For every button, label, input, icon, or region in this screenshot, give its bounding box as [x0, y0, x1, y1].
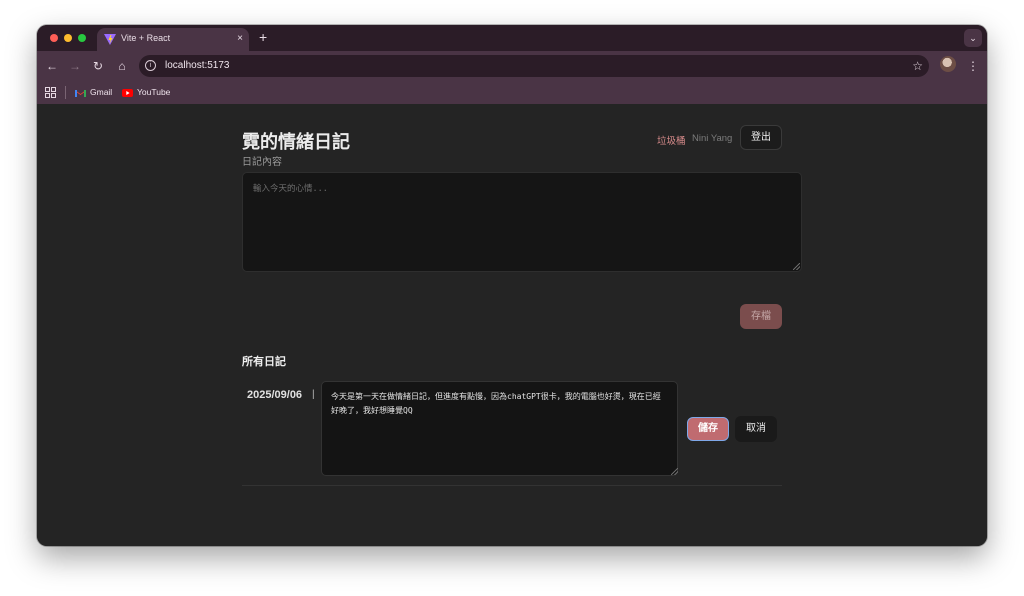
url-text[interactable]: localhost:5173 [165, 60, 230, 71]
address-bar[interactable]: i localhost:5173 ☆ [139, 55, 929, 77]
page-subtitle: 日記內容 [242, 157, 282, 168]
apps-grid-icon[interactable] [45, 87, 56, 98]
page-content: 霓的情緒日記 日記內容 垃圾桶 Nini Yang 登出 存檔 所有日記 202… [37, 104, 987, 546]
bookmark-star-icon[interactable]: ☆ [912, 58, 923, 74]
bookmarks-bar: Gmail YouTube [37, 81, 987, 104]
gmail-icon [75, 89, 86, 97]
close-tab-icon[interactable]: × [237, 32, 243, 46]
entry-save-button[interactable]: 儲存 [687, 417, 729, 441]
bookmark-label: Gmail [90, 87, 113, 97]
forward-arrow-icon[interactable]: → [66, 57, 84, 75]
entry-date: 2025/09/06 [247, 389, 303, 401]
logout-button[interactable]: 登出 [740, 125, 782, 150]
resize-handle-icon[interactable] [793, 263, 800, 270]
maximize-window-button[interactable] [78, 34, 86, 42]
entry-edit-field[interactable]: 今天是第一天在做情緒日記，但進度有點慢，因為chatGPT很卡，我的電腦也好燙，… [321, 381, 678, 476]
site-info-icon[interactable]: i [145, 60, 156, 71]
tab-strip: Vite + React × + ⌄ [37, 25, 987, 51]
bookmarks-divider [65, 86, 66, 99]
reload-icon[interactable]: ↻ [89, 57, 107, 75]
youtube-icon [122, 88, 133, 97]
back-arrow-icon[interactable]: ← [43, 57, 61, 75]
trash-link[interactable]: 垃圾桶 [657, 133, 686, 147]
bookmark-gmail[interactable]: Gmail [75, 85, 112, 100]
browser-tab[interactable]: Vite + React × [97, 28, 249, 51]
browser-toolbar: ← → ↻ ⌂ i localhost:5173 ☆ ⋮ [37, 51, 987, 81]
resize-handle-icon[interactable] [671, 468, 678, 475]
username: Nini Yang [692, 133, 733, 144]
entry-cancel-button[interactable]: 取消 [735, 416, 777, 442]
bookmark-youtube[interactable]: YouTube [122, 85, 170, 100]
close-window-button[interactable] [50, 34, 58, 42]
save-diary-button[interactable]: 存檔 [740, 304, 782, 329]
new-tab-button[interactable]: + [259, 29, 267, 45]
diary-input[interactable] [242, 172, 802, 272]
minimize-window-button[interactable] [64, 34, 72, 42]
profile-avatar[interactable] [940, 56, 956, 72]
tab-search-chevron-icon[interactable]: ⌄ [964, 29, 982, 47]
tab-title: Vite + React [121, 33, 171, 43]
bookmark-label: YouTube [137, 87, 171, 97]
vite-logo-icon [104, 34, 116, 45]
entries-heading: 所有日記 [242, 356, 286, 368]
entry-divider [242, 485, 782, 486]
browser-menu-icon[interactable]: ⋮ [967, 57, 979, 75]
browser-window: Vite + React × + ⌄ ← → ↻ ⌂ i localhost:5… [37, 25, 987, 546]
home-icon[interactable]: ⌂ [113, 57, 131, 75]
entry-separator: | [312, 389, 315, 400]
page-title: 霓的情緒日記 [242, 132, 350, 152]
